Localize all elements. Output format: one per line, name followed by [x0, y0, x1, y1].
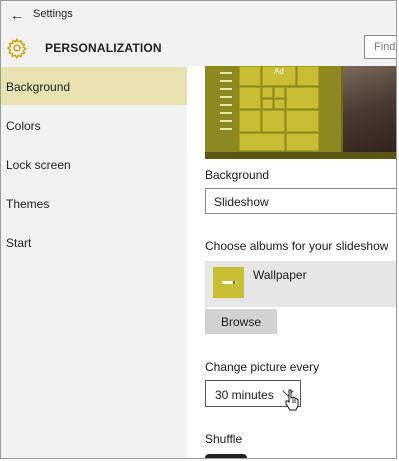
- preview-start-menu: Ad: [205, 66, 341, 159]
- title-bar: ← Settings: [1, 1, 396, 29]
- album-name: Wallpaper: [253, 268, 307, 282]
- preview-tile: Ad: [262, 66, 296, 86]
- interval-label: Change picture every: [205, 360, 320, 374]
- settings-window: ← Settings PERSONALIZATION Find Backgrou…: [0, 0, 397, 459]
- mouse-cursor-icon: [285, 389, 299, 411]
- album-item-wallpaper[interactable]: Wallpaper: [205, 261, 396, 307]
- albums-label: Choose albums for your slideshow: [205, 239, 389, 253]
- background-select[interactable]: Slideshow: [205, 188, 396, 214]
- browse-button[interactable]: Browse: [205, 309, 277, 334]
- page-header: PERSONALIZATION Find: [1, 29, 396, 66]
- main-content: Ad Background Slideshow Choose albums fo…: [187, 66, 396, 458]
- search-input[interactable]: Find: [364, 35, 396, 59]
- shuffle-toggle[interactable]: [205, 454, 247, 458]
- background-label: Background: [205, 168, 270, 182]
- sidebar-item-start[interactable]: Start: [1, 223, 187, 261]
- shuffle-label: Shuffle: [205, 432, 243, 446]
- preview-wallpaper: [343, 66, 396, 159]
- window-title: Settings: [33, 8, 73, 20]
- gear-icon: [6, 37, 27, 59]
- sidebar-item-colors[interactable]: Colors: [1, 106, 187, 144]
- sidebar-item-themes[interactable]: Themes: [1, 184, 187, 222]
- page-title: PERSONALIZATION: [45, 41, 162, 55]
- sidebar-item-lock-screen[interactable]: Lock screen: [1, 145, 187, 183]
- sidebar: Background Colors Lock screen Themes Sta…: [1, 66, 187, 458]
- background-preview: Ad: [205, 66, 396, 159]
- interval-value: 30 minutes: [215, 388, 274, 402]
- album-folder-icon: [213, 267, 244, 298]
- preview-taskbar: [205, 152, 396, 159]
- back-arrow-icon[interactable]: ←: [7, 6, 27, 24]
- sidebar-item-background[interactable]: Background: [1, 67, 187, 105]
